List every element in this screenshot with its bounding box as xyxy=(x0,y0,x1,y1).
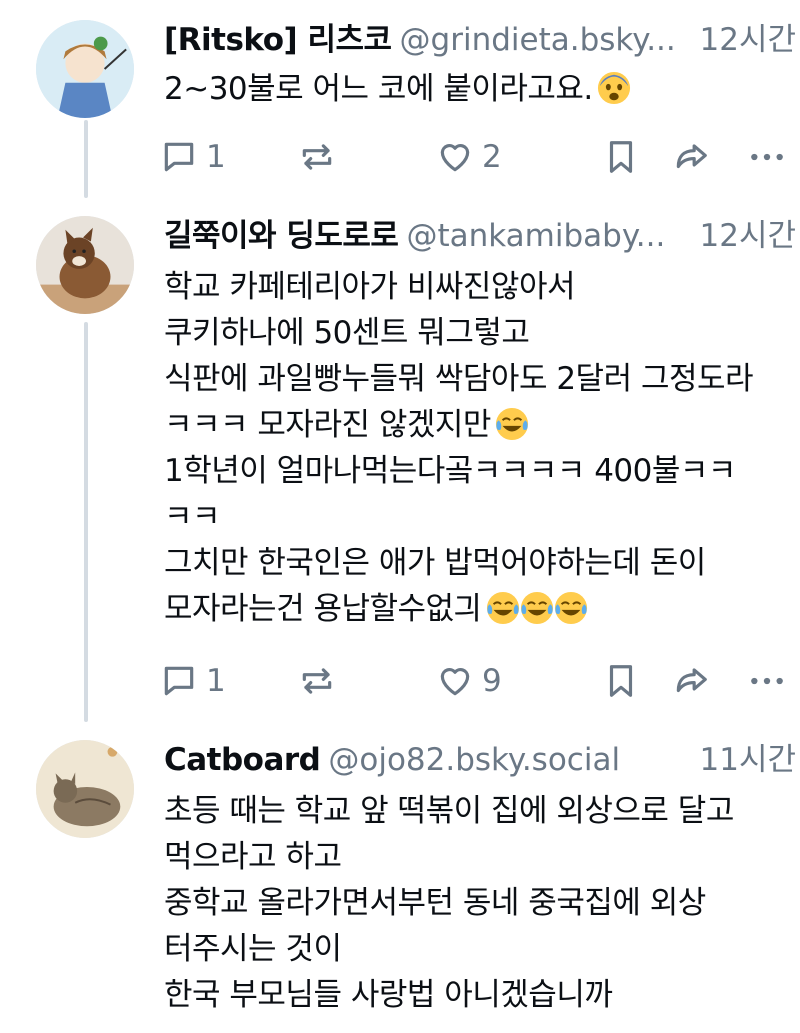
face-with-tears-of-joy-icon xyxy=(520,591,553,625)
post-text-line: 모자라는건 용납할수없긔 xyxy=(164,586,794,632)
post-body: 초등 때는 학교 앞 떡볶이 집에 외상으로 달고 먹으라고 하고 중학교 올라… xyxy=(164,788,794,1018)
timestamp[interactable]: 12시간 xyxy=(693,216,796,256)
post-text-line: ㅋㅋ xyxy=(164,499,221,535)
post-header: [Ritsko] 리츠코 @grindieta.bsky... 12시간 xyxy=(164,20,800,60)
face-with-tears-of-joy-icon xyxy=(486,591,519,625)
face-with-tears-of-joy-icon xyxy=(495,407,528,441)
post-actions: 1 2 xyxy=(160,132,800,182)
handle[interactable]: @grindieta.bsky... xyxy=(400,22,676,58)
share-button[interactable] xyxy=(672,656,710,706)
post-text-line: 먹으라고 하고 xyxy=(164,839,342,875)
avatar[interactable] xyxy=(36,216,134,314)
reply-button[interactable]: 1 xyxy=(160,132,226,182)
post-text-line: 그치만 한국인은 애가 밥먹어야하는데 돈이 xyxy=(164,545,706,581)
display-name[interactable]: 길쭉이와 딩도로로 xyxy=(164,218,399,254)
post-text-line: ㅋㅋㅋ 모자라진 않겠지만 xyxy=(164,402,794,448)
post-text-line: 터주시는 것이 xyxy=(164,931,342,967)
face-with-tears-of-joy-icon xyxy=(554,591,587,625)
post-actions: 1 9 xyxy=(160,656,800,706)
post-ritsko[interactable]: [Ritsko] 리츠코 @grindieta.bsky... 12시간 2~30… xyxy=(0,20,800,200)
more-options-button[interactable] xyxy=(748,132,786,182)
post-text-line: 중학교 올라가면서부턴 동네 중국집에 외상 xyxy=(164,885,706,921)
bookmark-button[interactable] xyxy=(602,656,640,706)
repost-button[interactable] xyxy=(298,132,336,182)
post-text-line: 한국 부모님들 사랑법 아니겠습니까 xyxy=(164,977,613,1013)
like-count: 2 xyxy=(482,139,502,175)
bookmark-icon xyxy=(609,141,633,173)
post-text-line: 식판에 과일빵누들뭐 싹담아도 2달러 그정도라 xyxy=(164,361,754,397)
fearful-face-icon xyxy=(597,71,630,105)
post-text-line: 초등 때는 학교 앞 떡볶이 집에 외상으로 달고 xyxy=(164,793,734,829)
post-header: 길쭉이와 딩도로로 @tankamibaby... 12시간 xyxy=(164,216,800,256)
repost-button[interactable] xyxy=(298,656,336,706)
like-count: 9 xyxy=(482,663,502,699)
timestamp[interactable]: 12시간 xyxy=(693,20,796,60)
reply-icon xyxy=(164,666,194,696)
share-button[interactable] xyxy=(672,132,710,182)
avatar[interactable] xyxy=(36,20,134,118)
post-text-line: 1학년이 얼마나먹는다곸ㅋㅋㅋㅋ 400불ㅋㅋ xyxy=(164,453,736,489)
ellipsis-icon xyxy=(751,677,783,685)
reply-count: 1 xyxy=(206,663,226,699)
bookmark-button[interactable] xyxy=(602,132,640,182)
share-icon xyxy=(676,144,707,169)
post-body: 학교 카페테리아가 비싸진않아서 쿠키하나에 50센트 뭐그렇고 식판에 과일빵… xyxy=(164,264,794,632)
post-header: Catboard @ojo82.bsky.social 11시간 xyxy=(164,740,800,780)
repost-icon xyxy=(302,668,332,694)
post-catboard[interactable]: Catboard @ojo82.bsky.social 11시간 초등 때는 학교… xyxy=(0,740,800,1033)
repost-icon xyxy=(302,144,332,170)
heart-icon xyxy=(440,144,470,172)
ellipsis-icon xyxy=(751,153,783,161)
share-icon xyxy=(676,668,707,693)
avatar[interactable] xyxy=(36,740,134,838)
display-name[interactable]: [Ritsko] 리츠코 xyxy=(164,22,392,58)
bookmark-icon xyxy=(609,665,633,697)
reply-icon xyxy=(164,142,194,172)
reply-button[interactable]: 1 xyxy=(160,656,226,706)
heart-icon xyxy=(440,668,470,696)
post-text-line: 2~30불로 어느 코에 붙이라고요. xyxy=(164,66,794,112)
post-text-line: 쿠키하나에 50센트 뭐그렇고 xyxy=(164,315,530,351)
handle[interactable]: @ojo82.bsky.social xyxy=(328,742,620,778)
post-tankamibaby[interactable]: 길쭉이와 딩도로로 @tankamibaby... 12시간 학교 카페테리아가 … xyxy=(0,216,800,716)
timestamp[interactable]: 11시간 xyxy=(693,740,796,780)
like-button[interactable]: 2 xyxy=(436,132,502,182)
display-name[interactable]: Catboard xyxy=(164,742,321,778)
more-options-button[interactable] xyxy=(748,656,786,706)
post-text-line: 학교 카페테리아가 비싸진않아서 xyxy=(164,269,576,305)
post-body: 2~30불로 어느 코에 붙이라고요. xyxy=(164,66,794,112)
handle[interactable]: @tankamibaby... xyxy=(406,218,665,254)
reply-count: 1 xyxy=(206,139,226,175)
like-button[interactable]: 9 xyxy=(436,656,502,706)
